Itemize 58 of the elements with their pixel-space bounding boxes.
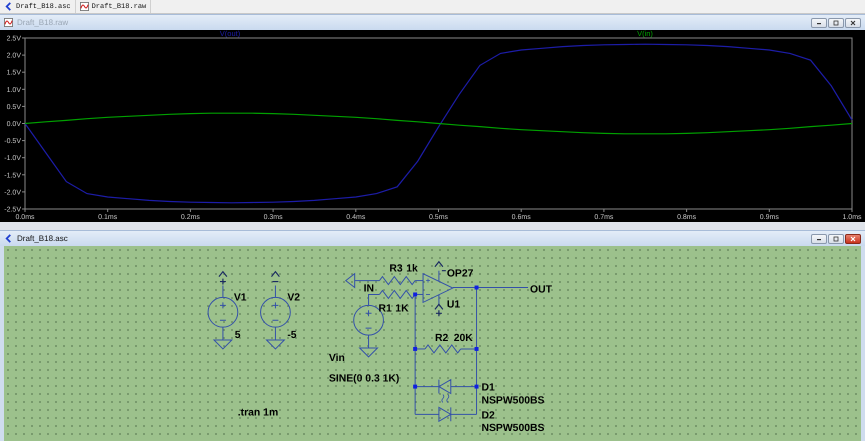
diode-symbol: [438, 406, 452, 422]
close-icon: [848, 236, 858, 242]
ground-symbol: [265, 340, 286, 350]
diode-symbol: [438, 379, 452, 403]
wire: [438, 294, 440, 306]
component-label: V2: [287, 292, 300, 304]
resistor-symbol: [378, 290, 416, 300]
component-label: R2: [434, 333, 448, 344]
component-label: D2: [482, 410, 495, 422]
chevron-icon: [4, 2, 13, 11]
ground-symbol: [358, 347, 379, 358]
waveform-icon: [80, 2, 89, 11]
component-label: Vin: [328, 352, 345, 364]
resistor-symbol: [424, 344, 462, 354]
waveform-icon: [4, 18, 13, 27]
wire: [368, 294, 380, 306]
wire: [414, 280, 424, 282]
net-label: IN: [364, 283, 374, 294]
chevron-icon: [4, 234, 13, 243]
ground-symbol: [212, 340, 234, 350]
simulation-directive: .tran 1m: [238, 407, 278, 418]
supply-flag-icon: [218, 270, 228, 286]
component-value: 1K: [395, 303, 409, 314]
component-label: OP27: [446, 268, 474, 280]
component-value: SINE(0 0.3 1K): [328, 374, 400, 385]
wire: [354, 280, 380, 282]
supply-flag-icon: [434, 303, 444, 317]
net-label: OUT: [530, 284, 552, 296]
close-icon: [848, 20, 858, 26]
component-label: U1: [446, 299, 460, 310]
ground-symbol: [344, 272, 356, 289]
component-label: D1: [482, 382, 495, 394]
supply-flag-icon: [271, 270, 280, 282]
component-value: -5: [287, 330, 297, 342]
window-title: Draft_B18.asc: [17, 234, 68, 243]
component-label: R1: [378, 303, 392, 314]
maximize-button[interactable]: [828, 18, 844, 28]
minimize-button[interactable]: [811, 234, 827, 244]
component-value: 5: [234, 330, 241, 342]
component-value: NSPW500BS: [482, 423, 544, 434]
maximize-button[interactable]: [828, 234, 844, 244]
wire: [438, 270, 440, 282]
component-value: NSPW500BS: [482, 395, 544, 406]
close-button[interactable]: [845, 18, 861, 28]
wire: [368, 334, 370, 348]
window-title: Draft_B18.raw: [17, 18, 68, 27]
component-value: 20K: [454, 333, 473, 344]
maximize-icon: [831, 236, 841, 242]
component-value: 1k: [406, 264, 418, 275]
supply-flag-icon: [434, 260, 446, 272]
component-label: V1: [234, 292, 247, 304]
wire: [222, 285, 224, 341]
close-button[interactable]: [845, 234, 861, 244]
maximize-icon: [831, 20, 841, 26]
wire: [274, 285, 276, 341]
component-label: R3: [389, 264, 403, 275]
minimize-button[interactable]: [811, 18, 827, 28]
resistor-symbol: [378, 276, 416, 286]
